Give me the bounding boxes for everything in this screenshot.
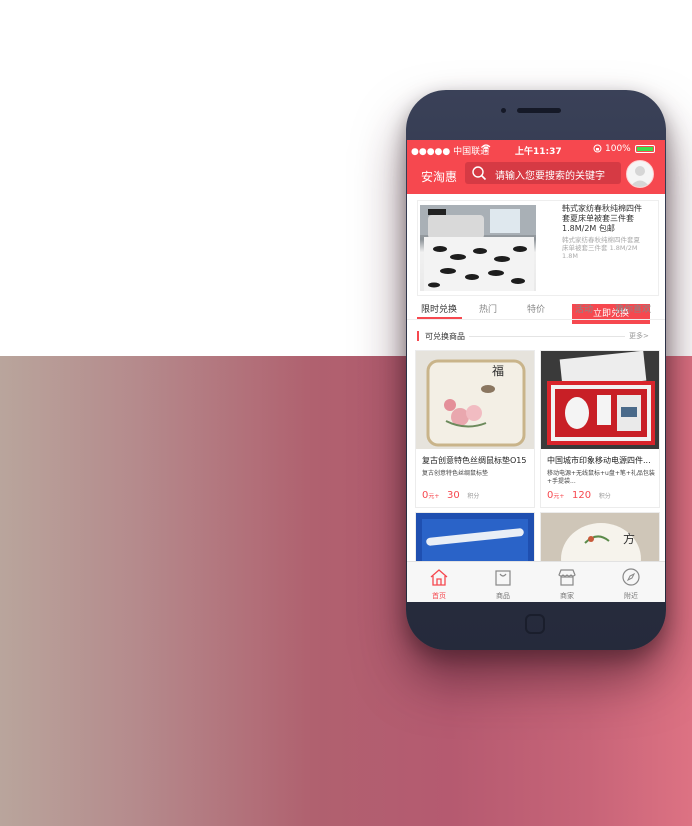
tab-home-label: 首页 [432, 592, 446, 600]
tab-nearby-label: 附近 [624, 592, 638, 600]
speaker-grille [517, 108, 561, 113]
price-points: 30 [447, 490, 460, 501]
bottom-tab-bar: 首页 商品 商家 附近 [407, 561, 665, 602]
carrier-label: ●●●●● 中国联通 [411, 147, 490, 157]
active-tab-indicator [417, 317, 462, 319]
power-bank-set-image [541, 351, 659, 449]
product-price: 0元+ 120 积分 [547, 490, 611, 501]
home-button[interactable] [525, 614, 545, 634]
section-title: 可兑换商品 [425, 332, 465, 341]
section-divider [469, 336, 625, 337]
tab-merchants-label: 商家 [560, 592, 574, 600]
more-link[interactable]: 更多> [629, 331, 649, 341]
status-bar: ●●●●● 中国联通 上午11:37 100% [407, 140, 665, 158]
banner-title: 韩式家纺春秋纯棉四件套夏床单被套三件套 1.8M/2M 包邮 [562, 204, 642, 233]
product-desc: 移动电源+无线鼠标+u盘+笔+礼品包装+手提袋... [547, 470, 655, 485]
product-name: 复古创意特色丝绸鼠标垫O15 [422, 456, 527, 465]
product-desc: 复古创意特色丝绸鼠标垫 [422, 470, 489, 477]
battery-icon [635, 145, 655, 153]
tab-flash-redeem[interactable]: 限时兑换 [421, 302, 457, 315]
tab-you-may-like[interactable]: 猜你喜欢 [615, 302, 651, 315]
search-icon [471, 165, 487, 185]
home-icon [430, 569, 448, 586]
banner-subtitle: 韩式家纺春秋纯棉四件套夏床单被套三件套 1.8M/2M 1.8M [562, 236, 640, 260]
tab-special-price[interactable]: 特价 [527, 302, 545, 315]
phone-frame: ●●●●● 中国联通 上午11:37 100% 安淘惠 请输入您要搜索的关键字 [406, 90, 666, 650]
price-points: 120 [572, 490, 592, 501]
product-card[interactable]: 福 复古创意特色丝绸鼠标垫O15 复古创意特色丝绸鼠标垫 0元+ 30 积分 [415, 350, 535, 508]
lock-rotation-icon [593, 144, 602, 156]
shopping-bag-icon [495, 570, 511, 586]
tab-merchants[interactable]: 商家 [535, 562, 599, 602]
avatar[interactable] [626, 160, 654, 188]
app-header: 安淘惠 请输入您要搜索的关键字 [407, 158, 665, 194]
search-input[interactable]: 请输入您要搜索的关键字 [465, 162, 621, 184]
bedding-image [420, 205, 536, 291]
category-tabs: 限时兑换 热门 特价 活动 猜你喜欢 [407, 295, 665, 320]
tab-hot[interactable]: 热门 [479, 302, 497, 315]
yuan-unit: 元+ [428, 493, 440, 500]
product-card[interactable]: 中国城市印象移动电源四件... 移动电源+无线鼠标+u盘+笔+礼品包装+手提袋.… [540, 350, 660, 508]
tab-products-label: 商品 [496, 592, 510, 600]
phone-screen: ●●●●● 中国联通 上午11:37 100% 安淘惠 请输入您要搜索的关键字 [407, 140, 665, 602]
store-icon [558, 569, 576, 586]
front-camera [501, 108, 506, 113]
tab-nearby[interactable]: 附近 [599, 562, 663, 602]
wifi-icon [481, 144, 491, 155]
status-time: 上午11:37 [515, 147, 562, 157]
section-header: 可兑换商品 更多> [417, 329, 657, 343]
tab-products[interactable]: 商品 [471, 562, 535, 602]
tab-activity[interactable]: 活动 [575, 302, 593, 315]
product-price: 0元+ 30 积分 [422, 490, 479, 501]
tab-home[interactable]: 首页 [407, 562, 471, 602]
brand-title: 安淘惠 [421, 170, 458, 184]
product-name: 中国城市印象移动电源四件... [547, 456, 651, 465]
battery-percent: 100% [605, 144, 631, 154]
section-accent-bar [417, 331, 419, 341]
yuan-unit: 元+ [553, 493, 565, 500]
svg-text:方: 方 [623, 531, 635, 546]
points-unit: 积分 [598, 493, 611, 500]
svg-text:福: 福 [492, 363, 504, 378]
mousepad-image: 福 [416, 351, 534, 449]
search-placeholder: 请输入您要搜索的关键字 [495, 171, 605, 182]
compass-icon [622, 568, 640, 586]
points-unit: 积分 [467, 493, 480, 500]
